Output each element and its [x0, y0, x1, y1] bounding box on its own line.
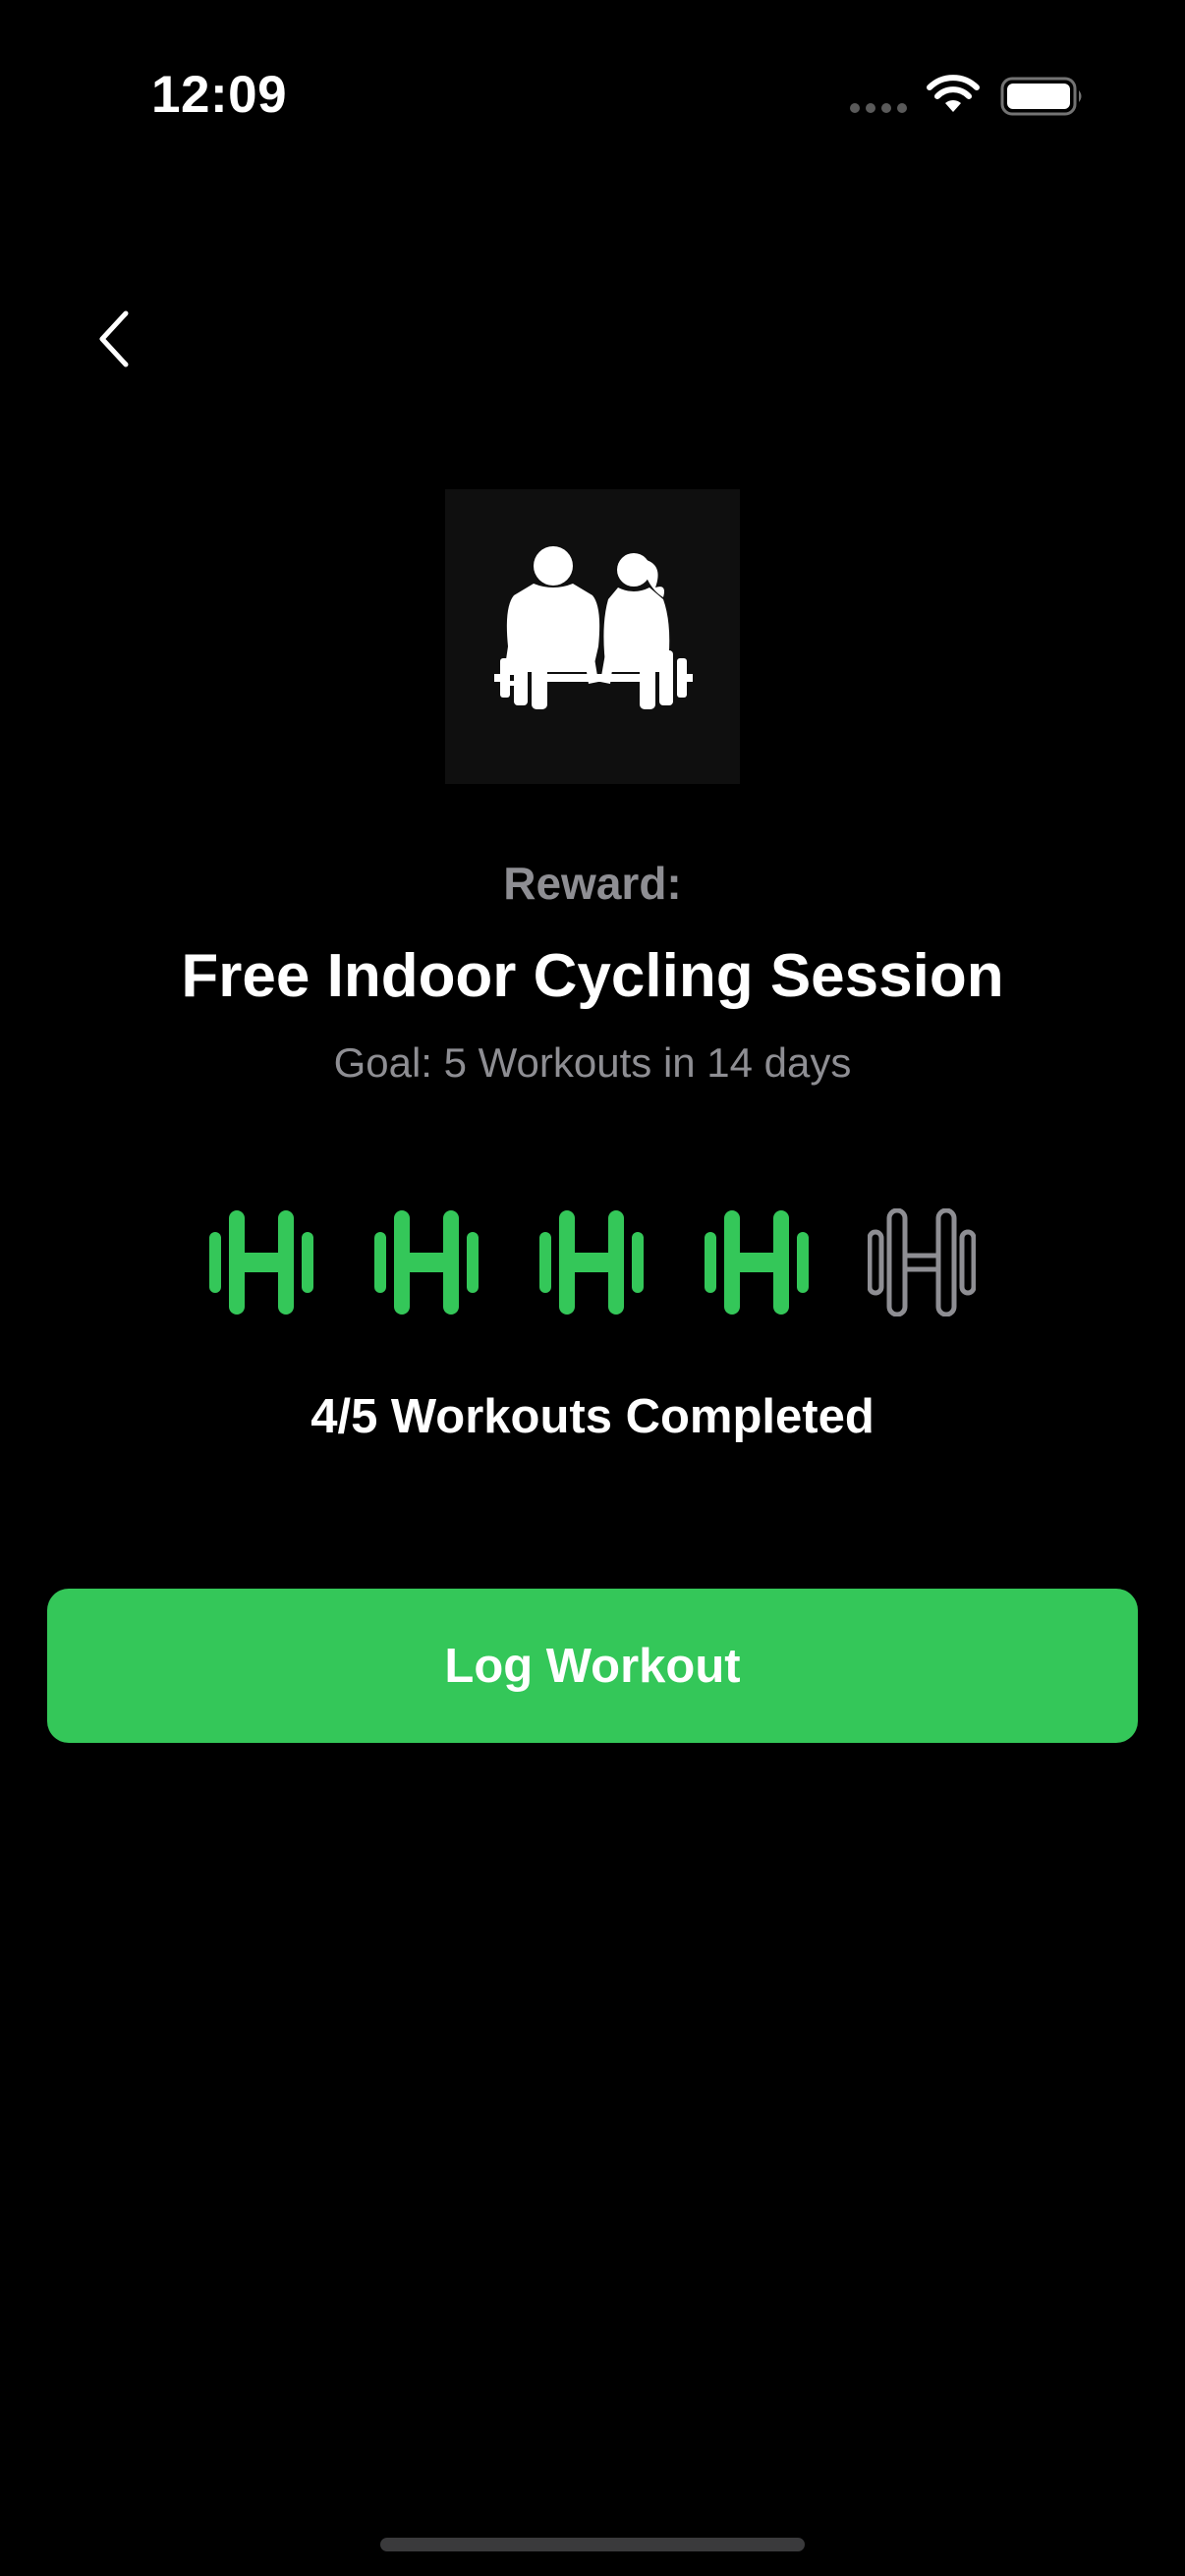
goal-text: Goal: 5 Workouts in 14 days	[333, 1039, 852, 1086]
status-bar: 12:09	[0, 0, 1185, 177]
dumbbell-icon	[209, 1210, 313, 1315]
dumbbell-outline-icon	[868, 1208, 976, 1316]
workout-progress-icons	[0, 1208, 1185, 1316]
dumbbell-icon	[374, 1210, 479, 1315]
reward-title: Free Indoor Cycling Session	[181, 942, 1004, 1010]
reward-image	[445, 489, 740, 784]
progress-text: 4/5 Workouts Completed	[310, 1390, 875, 1443]
couple-weightlifting-icon	[494, 546, 693, 709]
signal-dots-icon	[850, 103, 907, 113]
battery-icon	[1000, 77, 1082, 116]
status-time: 12:09	[151, 66, 288, 124]
dumbbell-icon	[705, 1210, 809, 1315]
dumbbell-icon	[539, 1210, 644, 1315]
reward-label: Reward:	[503, 858, 682, 909]
back-button[interactable]	[79, 295, 149, 383]
wifi-icon	[927, 75, 980, 112]
log-workout-button[interactable]: Log Workout	[47, 1589, 1138, 1743]
chevron-left-icon	[99, 310, 129, 367]
home-indicator	[380, 2538, 805, 2551]
